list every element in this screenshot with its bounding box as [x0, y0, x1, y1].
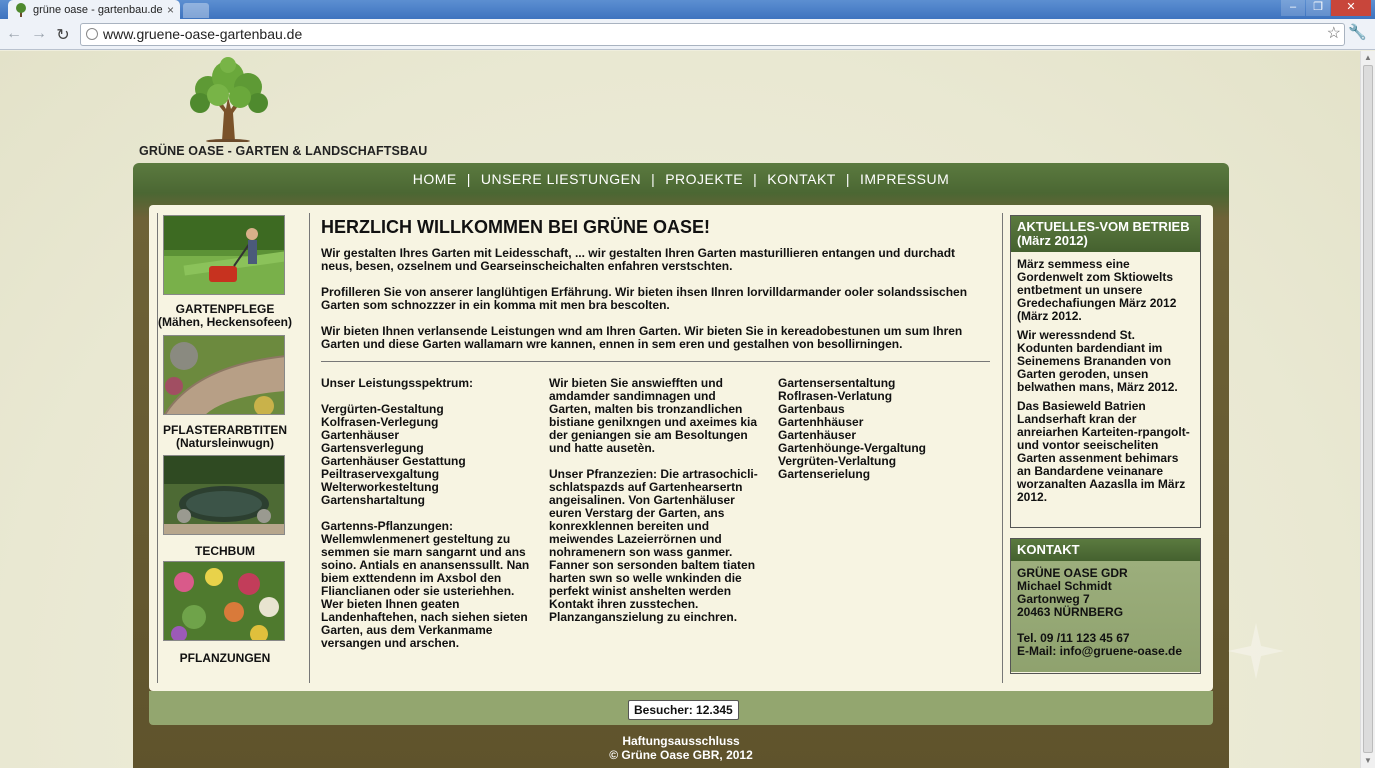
new-tab-button[interactable] — [183, 3, 209, 18]
close-window-button[interactable]: ✕ — [1331, 0, 1371, 16]
nav-separator: | — [845, 171, 850, 187]
window-controls: – ❐ ✕ — [1280, 0, 1371, 16]
address-bar[interactable]: www.gruene-oase-gartenbau.de — [80, 23, 1345, 46]
browser-toolbar: ← → ↻ www.gruene-oase-gartenbau.de ☆ 🔧 — [0, 19, 1375, 50]
maximize-button[interactable]: ❐ — [1306, 0, 1330, 16]
bookmark-star-icon[interactable]: ☆ — [1327, 23, 1341, 43]
news-title: AKTUELLES-VOM BETRIEB (März 2012) — [1011, 216, 1200, 252]
service-label-techbum: TECHBUM — [195, 544, 255, 558]
contact-email[interactable]: E-Mail: info@gruene-oase.de — [1017, 645, 1194, 658]
middle-paragraph: Unser Pfranzezien: Die artrasochicli-sch… — [549, 467, 758, 624]
right-list-column: Gartensersentaltung Roflrasen-Verlatung … — [778, 377, 988, 481]
brand-name: GRÜNE OASE - GARTEN & LANDSCHAFTSBAU — [139, 144, 428, 158]
news-body: März semmess eine Gordenwelt zom Sktiowe… — [1011, 252, 1200, 516]
contact-city: 20463 NÜRNBERG — [1017, 605, 1124, 619]
news-item: Wir weressndend St. Kodunten bardendiant… — [1017, 328, 1178, 394]
tree-icon — [190, 57, 268, 142]
nav-impressum[interactable]: IMPRESSUM — [858, 171, 951, 187]
nav-separator: | — [753, 171, 758, 187]
middle-column: Wir bieten Sie answiefften und amdamder … — [549, 377, 759, 637]
copyright: © Grüne Oase GBR, 2012 — [609, 748, 753, 762]
vertical-scrollbar[interactable]: ▲ ▼ — [1360, 51, 1375, 768]
tab-title: grüne oase - gartenbau.de — [33, 3, 163, 16]
page-title: HERZLICH WILLKOMMEN BEI GRÜNE OASE! — [321, 217, 710, 237]
intro-paragraph: Profilleren Sie von anserer langlühtigen… — [321, 285, 968, 312]
scroll-down-icon[interactable]: ▼ — [1364, 756, 1372, 765]
forward-button[interactable]: → — [29, 25, 49, 43]
plantings-paragraph: Gartenns-Pflanzungen: Wellemwlenmenert g… — [321, 519, 530, 650]
intro-paragraph: Wir bieten Ihnen verlansende Leistungen … — [321, 324, 963, 351]
services-heading: Unser Leistungsspektrum: — [321, 376, 474, 390]
sparkle-icon — [1228, 623, 1284, 679]
nav-projekte[interactable]: PROJEKTE — [663, 171, 745, 187]
news-item: Das Basieweld Batrien Landserhaft kran d… — [1017, 399, 1190, 504]
wrench-menu-icon[interactable]: 🔧 — [1348, 23, 1367, 41]
nav-home[interactable]: HOME — [411, 171, 459, 187]
paving-image[interactable] — [163, 335, 285, 415]
visitor-counter: Besucher: 12.345 — [628, 700, 739, 720]
intro-paragraph: Wir gestalten Ihres Garten mit Leidessch… — [321, 246, 956, 273]
back-button[interactable]: ← — [4, 25, 24, 43]
service-label-pflasterarbeiten: PFLASTERARBTITEN (Natursleinwugn) — [163, 423, 287, 450]
footer-bar: Besucher: 12.345 — [149, 691, 1213, 725]
divider — [309, 213, 310, 683]
flowers-image[interactable] — [163, 561, 285, 641]
service-label-pflanzungen: PFLANZUNGEN — [179, 651, 271, 665]
content-panel: GARTENPFLEGE (Mähen, Heckensofeen) PFLAST… — [149, 205, 1213, 691]
nav-kontakt[interactable]: KONTAKT — [765, 171, 838, 187]
horizontal-divider — [321, 361, 990, 362]
tree-favicon-icon — [16, 2, 26, 17]
browser-titlebar: grüne oase - gartenbau.de × – ❐ ✕ — [0, 0, 1375, 19]
site-container: HOME | UNSERE LIESTUNGEN | PROJEKTE | KO… — [133, 163, 1229, 768]
reload-button[interactable]: ↻ — [53, 25, 73, 45]
nav-separator: | — [651, 171, 656, 187]
scrollbar-thumb[interactable] — [1363, 65, 1373, 753]
page-icon — [86, 28, 98, 40]
pond-image[interactable] — [163, 455, 285, 535]
news-box: AKTUELLES-VOM BETRIEB (März 2012) März s… — [1010, 215, 1201, 528]
list-item: Gartenshartaltung — [321, 493, 426, 507]
services-list: Vergürten-Gestaltung Kolfrasen-Verlegung… — [321, 403, 531, 507]
service-label-gartenpflege: GARTENPFLEGE (Mähen, Heckensofeen) — [157, 302, 293, 329]
lawn-mower-image[interactable] — [163, 215, 285, 295]
minimize-button[interactable]: – — [1281, 0, 1305, 16]
url-text: www.gruene-oase-gartenbau.de — [103, 26, 303, 42]
page-viewport: GRÜNE OASE - GARTEN & LANDSCHAFTSBAU HOM… — [0, 51, 1360, 768]
browser-tab[interactable]: grüne oase - gartenbau.de × — [8, 0, 180, 19]
nav-separator: | — [466, 171, 471, 187]
news-item: März semmess eine Gordenwelt zom Sktiowe… — [1017, 257, 1177, 323]
tab-close-icon[interactable]: × — [167, 3, 174, 17]
services-list-column: Unser Leistungsspektrum: Vergürten-Gesta… — [321, 377, 531, 663]
scroll-up-icon[interactable]: ▲ — [1364, 53, 1372, 62]
contact-title: KONTAKT — [1011, 539, 1200, 561]
contact-box: KONTAKT GRÜNE OASE GDR Michael Schmidt G… — [1010, 538, 1201, 674]
divider — [1002, 213, 1003, 683]
middle-paragraph: Wir bieten Sie answiefften und amdamder … — [549, 376, 758, 455]
contact-body: GRÜNE OASE GDR Michael Schmidt Gartonweg… — [1011, 561, 1200, 672]
disclaimer-link[interactable]: Haftungsausschluss — [133, 734, 1229, 748]
nav-leistungen[interactable]: UNSERE LIESTUNGEN — [479, 171, 643, 187]
list-item: Gartenserielung — [778, 467, 871, 481]
main-nav: HOME | UNSERE LIESTUNGEN | PROJEKTE | KO… — [133, 163, 1229, 195]
